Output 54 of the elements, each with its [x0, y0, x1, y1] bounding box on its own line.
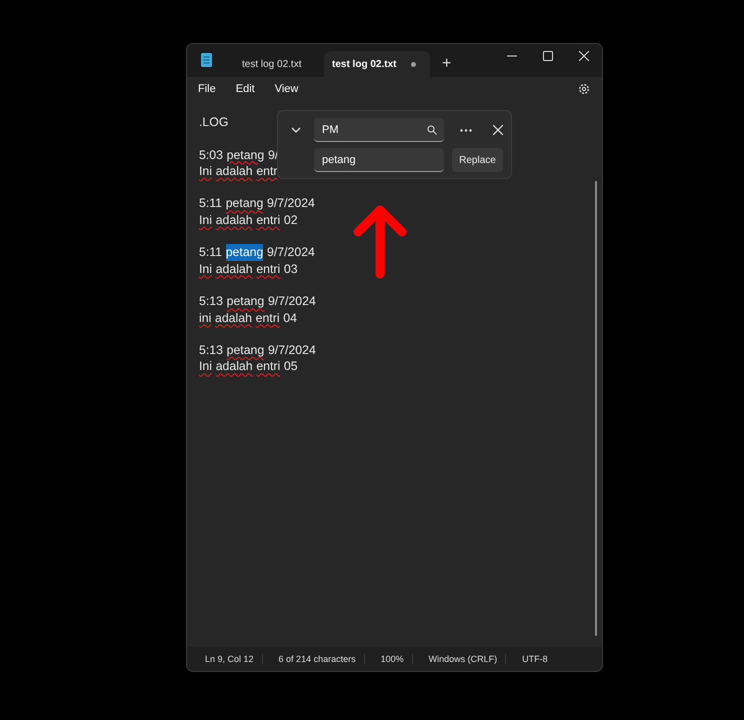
- menu-item[interactable]: File: [191, 80, 223, 98]
- status-item: Windows (CRLF): [420, 654, 506, 664]
- editor-text: 05: [284, 358, 298, 375]
- status-item: Ln 9, Col 12: [197, 654, 263, 664]
- replace-field[interactable]: petang: [314, 148, 444, 172]
- close-icon[interactable]: [579, 51, 589, 61]
- editor-text: 5:11: [199, 195, 222, 212]
- editor-text: .LOG: [199, 114, 228, 130]
- editor-text: 04: [283, 310, 297, 326]
- editor-text: Ini: [199, 358, 212, 375]
- notepad-icon: [201, 53, 212, 67]
- new-tab-button[interactable]: +: [436, 51, 458, 77]
- status-item: 100%: [372, 654, 413, 664]
- editor-text: petang: [226, 342, 264, 358]
- editor-text: Ini: [199, 162, 212, 180]
- editor-text: 5:13: [199, 293, 223, 310]
- editor-text: petang: [226, 293, 264, 310]
- editor-text: 5:13: [199, 342, 223, 358]
- search-icon[interactable]: [427, 125, 437, 135]
- editor-text: petang: [226, 146, 264, 163]
- editor-text: entri: [256, 260, 280, 277]
- editor-text: 9/7/2024: [268, 293, 316, 310]
- menu-item[interactable]: Edit: [228, 80, 262, 98]
- editor-text: entr: [256, 162, 278, 180]
- status-item: 6 of 214 characters: [270, 654, 365, 664]
- editor-text: petang: [226, 195, 264, 212]
- editor-text: Ini: [199, 212, 212, 228]
- file-tab[interactable]: test log 02.txt: [324, 51, 430, 77]
- selected-text: petang: [226, 244, 264, 261]
- file-tab[interactable]: test log 02.txt: [224, 51, 320, 77]
- editor-text: 02: [284, 212, 298, 228]
- menu-item[interactable]: View: [268, 80, 306, 98]
- scrollbar[interactable]: [595, 181, 597, 636]
- editor-text: adalah: [216, 212, 253, 228]
- editor-text: adalah: [216, 162, 253, 180]
- editor-text: 03: [284, 260, 298, 277]
- editor-text: adalah: [216, 260, 253, 277]
- replace-button[interactable]: Replace: [452, 148, 503, 172]
- editor-text: 5:03: [199, 146, 223, 163]
- editor-text: 9/7/2024: [268, 342, 316, 358]
- editor-text: 9/7/2024: [267, 195, 315, 212]
- settings-icon[interactable]: [578, 83, 590, 95]
- editor-text: Ini: [199, 260, 212, 277]
- status-item: UTF-8: [521, 654, 549, 664]
- editor-text: 9/7/2024: [267, 244, 315, 261]
- editor-text: entri: [256, 310, 280, 326]
- editor-text: entri: [256, 212, 280, 228]
- editor-text: adalah: [216, 358, 253, 375]
- editor-text: ini: [199, 310, 212, 326]
- editor-text: 5:11: [199, 244, 222, 261]
- editor-text: entri: [256, 358, 280, 375]
- find-field[interactable]: PM: [314, 118, 444, 142]
- maximize-icon[interactable]: [543, 51, 553, 61]
- editor-text: adalah: [215, 310, 252, 326]
